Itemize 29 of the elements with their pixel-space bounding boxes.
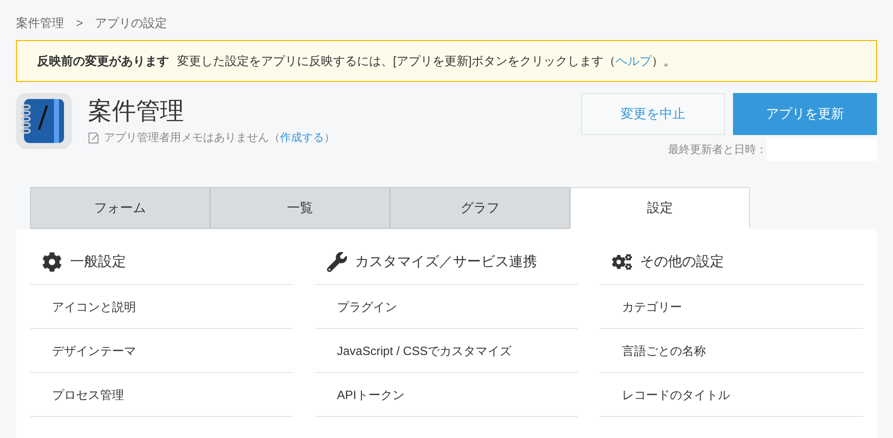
settings-link[interactable]: カテゴリー: [600, 285, 863, 329]
app-notebook-icon: [16, 93, 72, 149]
breadcrumb-link[interactable]: 案件管理: [16, 14, 64, 32]
app-title: 案件管理: [88, 97, 185, 127]
breadcrumb-current: アプリの設定: [95, 14, 168, 32]
settings-link[interactable]: JavaScript / CSSでカスタマイズ: [315, 329, 578, 373]
settings-link[interactable]: プロセス管理: [30, 373, 293, 417]
tab[interactable]: 一覧: [210, 187, 390, 229]
settings-link[interactable]: レコードのタイトル: [600, 373, 863, 417]
section-title: カスタマイズ／サービス連携: [355, 252, 537, 271]
section-title: 一般設定: [70, 252, 126, 271]
memo-text: アプリ管理者用メモはありません（作成する）: [104, 130, 335, 146]
settings-icon: [612, 252, 632, 272]
settings-icon: [42, 252, 62, 272]
last-updated-label: 最終更新者と日時：: [668, 142, 767, 158]
section-title: その他の設定: [640, 252, 724, 271]
settings-link[interactable]: 言語ごとの名称: [600, 329, 863, 373]
notice-title: 反映前の変更があります: [37, 53, 169, 70]
settings-link[interactable]: デザインテーマ: [30, 329, 293, 373]
breadcrumb-separator: >: [76, 14, 84, 32]
notice-text: 変更した設定をアプリに反映するには、[アプリを更新]ボタンをクリックします（ヘルプ）。: [177, 53, 676, 70]
tab[interactable]: グラフ: [390, 187, 570, 229]
settings-link[interactable]: APIトークン: [315, 373, 578, 417]
tab[interactable]: フォーム: [30, 187, 210, 229]
tab[interactable]: 設定: [570, 187, 750, 229]
wrench-icon: [327, 252, 347, 272]
settings-link[interactable]: アイコンと説明: [30, 285, 293, 329]
memo-edit-icon: [88, 132, 100, 144]
settings-link[interactable]: プラグイン: [315, 285, 578, 329]
